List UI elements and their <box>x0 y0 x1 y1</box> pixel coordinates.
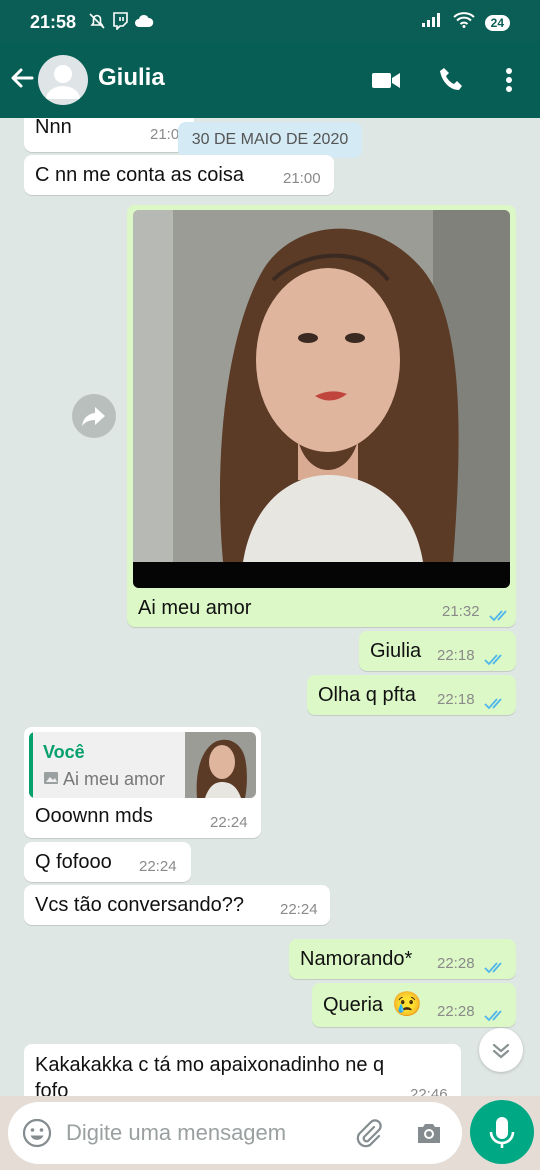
reply-message-incoming[interactable]: Você Ai meu amor Ooownn mds 22:24 <box>24 727 261 838</box>
message-time: 22:28 <box>437 1003 475 1020</box>
status-bar: 21:58 24 <box>0 0 540 42</box>
message-time: 22:46 <box>410 1086 448 1096</box>
read-ticks-icon <box>484 650 506 666</box>
message-text: C nn me conta as coisa <box>35 164 244 186</box>
message-time: 21:00 <box>283 170 321 187</box>
chat-area[interactable]: Nnn 21:0 30 DE MAIO DE 2020 C nn me cont… <box>0 118 540 1096</box>
signal-icon <box>421 12 443 33</box>
quote-author: Você <box>43 742 85 762</box>
date-chip: 30 DE MAIO DE 2020 <box>178 122 362 158</box>
message-outgoing[interactable]: Namorando* 22:28 <box>289 939 516 979</box>
message-time: 22:28 <box>437 955 475 972</box>
twitch-icon <box>112 12 128 34</box>
contact-name[interactable]: Giulia <box>98 64 165 92</box>
message-text: Q fofooo <box>35 851 112 873</box>
wifi-icon <box>452 12 475 33</box>
paperclip-icon[interactable] <box>354 1117 384 1149</box>
message-outgoing[interactable]: Queria 😢 22:28 <box>312 983 516 1027</box>
mute-bell-icon <box>88 12 106 34</box>
battery-indicator: 24 <box>484 14 510 31</box>
read-ticks-icon <box>489 606 511 622</box>
message-text: Olha q pfta <box>318 684 416 706</box>
image-icon <box>43 769 59 792</box>
back-arrow-icon[interactable] <box>8 64 36 92</box>
message-caption: Ai meu amor <box>138 597 252 619</box>
microphone-icon <box>489 1117 515 1148</box>
message-time: 21:0 <box>150 126 180 143</box>
status-icons-right: 24 <box>421 12 510 33</box>
read-ticks-icon <box>484 694 506 710</box>
read-ticks-icon <box>484 958 506 974</box>
message-text: Vcs tão conversando?? <box>35 894 245 916</box>
message-text: Queria <box>323 994 384 1016</box>
quote-accent-bar <box>29 732 33 798</box>
message-time: 22:18 <box>437 647 475 664</box>
avatar[interactable] <box>38 55 88 105</box>
message-outgoing[interactable]: Olha q pfta 22:18 <box>307 675 516 715</box>
camera-icon[interactable] <box>414 1118 444 1148</box>
message-outgoing[interactable]: Giulia 22:18 <box>359 631 516 671</box>
message-input[interactable] <box>66 1112 346 1154</box>
crying-emoji: 😢 <box>392 991 422 1018</box>
message-incoming[interactable]: Kakakakka c tá mo apaixonadinho ne q fof… <box>24 1044 461 1096</box>
message-incoming[interactable]: Nnn 21:0 <box>24 118 194 152</box>
message-text-line2: fofo <box>35 1080 69 1096</box>
chat-header: Giulia <box>0 42 540 118</box>
message-text: Ooownn mds <box>35 805 153 827</box>
message-time: 22:24 <box>210 814 248 831</box>
message-text: Nnn <box>35 118 72 138</box>
message-time: 21:32 <box>442 603 480 620</box>
video-call-icon[interactable] <box>370 64 402 96</box>
scroll-to-bottom-button[interactable] <box>479 1028 523 1072</box>
message-time: 22:24 <box>139 858 177 875</box>
message-incoming[interactable]: C nn me conta as coisa 21:00 <box>24 155 334 195</box>
message-composer <box>8 1102 462 1164</box>
cloud-icon <box>134 14 154 32</box>
quote-thumbnail <box>185 732 256 798</box>
message-time: 22:18 <box>437 691 475 708</box>
microphone-button[interactable] <box>470 1100 534 1164</box>
emoji-icon[interactable] <box>22 1118 52 1148</box>
forward-icon[interactable] <box>72 394 116 438</box>
photo-attachment[interactable] <box>133 210 510 588</box>
message-text: Namorando* <box>300 948 413 970</box>
status-time: 21:58 <box>30 12 77 32</box>
phone-call-icon[interactable] <box>436 64 468 96</box>
read-ticks-icon <box>484 1006 506 1022</box>
image-message-outgoing[interactable]: Ai meu amor 21:32 <box>127 205 516 627</box>
quote-text: Ai meu amor <box>63 769 166 789</box>
message-incoming[interactable]: Q fofooo 22:24 <box>24 842 191 882</box>
message-text: Giulia <box>370 640 422 662</box>
quoted-message[interactable]: Você Ai meu amor <box>29 732 256 798</box>
message-time: 22:24 <box>280 901 318 918</box>
message-text: Kakakakka c tá mo apaixonadinho ne q <box>35 1054 385 1076</box>
message-incoming[interactable]: Vcs tão conversando?? 22:24 <box>24 885 330 925</box>
more-options-icon[interactable] <box>494 64 524 96</box>
